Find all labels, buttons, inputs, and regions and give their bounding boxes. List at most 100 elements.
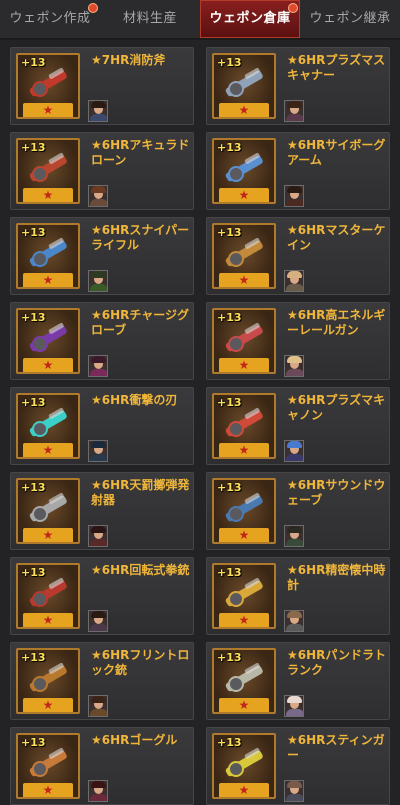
weapon-card[interactable]: +13 ★ ★6HRアキュラドローン [10,132,194,210]
avatar [88,100,108,122]
star-icon: ★ [23,698,73,712]
weapon-thumbnail: +13 ★ [16,648,80,714]
weapon-card[interactable]: +13 ★ ★6HR天罰擲弾発射器 [10,472,194,550]
weapon-grid: +13 ★ ★7HR消防斧 +13 ★ ★6HRプラズマスキャナー +13 ★ ★6HRアキュラ… [10,47,390,805]
weapon-thumbnail: +13 ★ [212,53,276,119]
weapon-name: ★6HRゴーグル [91,733,178,747]
weapon-card[interactable]: +13 ★ ★6HRサウンドウェーブ [206,472,390,550]
star-icon: ★ [23,188,73,202]
weapon-card[interactable]: +13 ★ ★6HRサイボーグアーム [206,132,390,210]
weapon-name: ★6HRチャージグローブ [91,308,190,337]
star-icon: ★ [219,783,269,797]
weapon-card[interactable]: +13 ★ ★7HR消防斧 [10,47,194,125]
weapon-card[interactable]: +13 ★ ★6HRパンドラトランク [206,642,390,720]
weapon-thumbnail: +13 ★ [212,478,276,544]
tab-label: 材料生産 [122,11,177,26]
enhance-level: +13 [21,226,46,239]
avatar [284,610,304,632]
weapon-thumbnail: +13 ★ [212,308,276,374]
notification-dot [288,3,298,13]
star-icon: ★ [23,443,73,457]
star-icon: ★ [23,103,73,117]
weapon-card[interactable]: +13 ★ ★6HRスティンガー [206,727,390,805]
weapon-card[interactable]: +13 ★ ★6HRゴーグル [10,727,194,805]
notification-dot [88,3,98,13]
tab-material-production[interactable]: 材料生産 [100,0,200,38]
weapon-name: ★6HR回転式拳銃 [91,563,190,577]
enhance-level: +13 [21,651,46,664]
weapon-thumbnail: +13 ★ [212,648,276,714]
weapon-card[interactable]: +13 ★ ★6HRチャージグローブ [10,302,194,380]
weapon-name: ★6HRサウンドウェーブ [287,478,386,507]
tab-bar: ウェポン作成 材料生産 ウェポン倉庫 ウェポン継承 [0,0,400,40]
star-icon: ★ [219,443,269,457]
star-icon: ★ [219,698,269,712]
weapon-name: ★6HR天罰擲弾発射器 [91,478,190,507]
weapon-thumbnail: +13 ★ [212,138,276,204]
weapon-card[interactable]: +13 ★ ★6HRマスターケイン [206,217,390,295]
tab-label: ウェポン倉庫 [209,11,291,26]
weapon-name: ★6HRプラズマキャノン [287,393,386,422]
weapon-card[interactable]: +13 ★ ★6HRプラズマスキャナー [206,47,390,125]
star-icon: ★ [23,528,73,542]
star-icon: ★ [219,358,269,372]
weapon-card[interactable]: +13 ★ ★6HRスナイパーライフル [10,217,194,295]
weapon-name: ★6HR高エネルギーレールガン [287,308,386,337]
star-icon: ★ [23,273,73,287]
tab-weapon-storage[interactable]: ウェポン倉庫 [200,0,300,38]
weapon-thumbnail: +13 ★ [212,733,276,799]
avatar [284,525,304,547]
enhance-level: +13 [217,396,242,409]
enhance-level: +13 [21,141,46,154]
weapon-card[interactable]: +13 ★ ★6HR衝撃の刃 [10,387,194,465]
weapon-name: ★6HRスティンガー [287,733,385,762]
weapon-card[interactable]: +13 ★ ★6HR精密懐中時計 [206,557,390,635]
enhance-level: +13 [21,311,46,324]
enhance-level: +13 [217,141,242,154]
avatar [88,355,108,377]
enhance-level: +13 [217,651,242,664]
enhance-level: +13 [21,566,46,579]
weapon-thumbnail: +13 ★ [16,138,80,204]
star-icon: ★ [219,613,269,627]
avatar [284,270,304,292]
weapon-thumbnail: +13 ★ [16,223,80,289]
avatar [284,440,304,462]
weapon-name: ★7HR消防斧 [91,53,166,67]
weapon-thumbnail: +13 ★ [16,478,80,544]
weapon-thumbnail: +13 ★ [16,308,80,374]
weapon-thumbnail: +13 ★ [212,393,276,459]
weapon-thumbnail: +13 ★ [16,393,80,459]
star-icon: ★ [23,783,73,797]
enhance-level: +13 [21,736,46,749]
star-icon: ★ [23,613,73,627]
tab-weapon-inherit[interactable]: ウェポン継承 [300,0,400,38]
star-icon: ★ [23,358,73,372]
weapon-name: ★6HRスナイパーライフル [91,223,190,252]
weapon-card[interactable]: +13 ★ ★6HRフリントロック銃 [10,642,194,720]
weapon-thumbnail: +13 ★ [16,733,80,799]
weapon-card[interactable]: +13 ★ ★6HRプラズマキャノン [206,387,390,465]
weapon-thumbnail: +13 ★ [16,563,80,629]
weapon-thumbnail: +13 ★ [16,53,80,119]
weapon-name: ★6HRフリントロック銃 [91,648,190,677]
tab-weapon-create[interactable]: ウェポン作成 [0,0,100,38]
weapon-thumbnail: +13 ★ [212,563,276,629]
enhance-level: +13 [217,56,242,69]
weapon-card[interactable]: +13 ★ ★6HR回転式拳銃 [10,557,194,635]
enhance-level: +13 [21,481,46,494]
avatar [284,100,304,122]
weapon-card[interactable]: +13 ★ ★6HR高エネルギーレールガン [206,302,390,380]
enhance-level: +13 [217,736,242,749]
avatar [284,355,304,377]
enhance-level: +13 [217,566,242,579]
star-icon: ★ [219,273,269,287]
enhance-level: +13 [21,56,46,69]
weapon-name: ★6HRサイボーグアーム [287,138,386,167]
avatar [284,780,304,802]
weapon-name: ★6HRパンドラトランク [287,648,386,677]
avatar [88,270,108,292]
star-icon: ★ [219,528,269,542]
weapon-thumbnail: +13 ★ [212,223,276,289]
tab-label: ウェポン継承 [309,11,391,26]
